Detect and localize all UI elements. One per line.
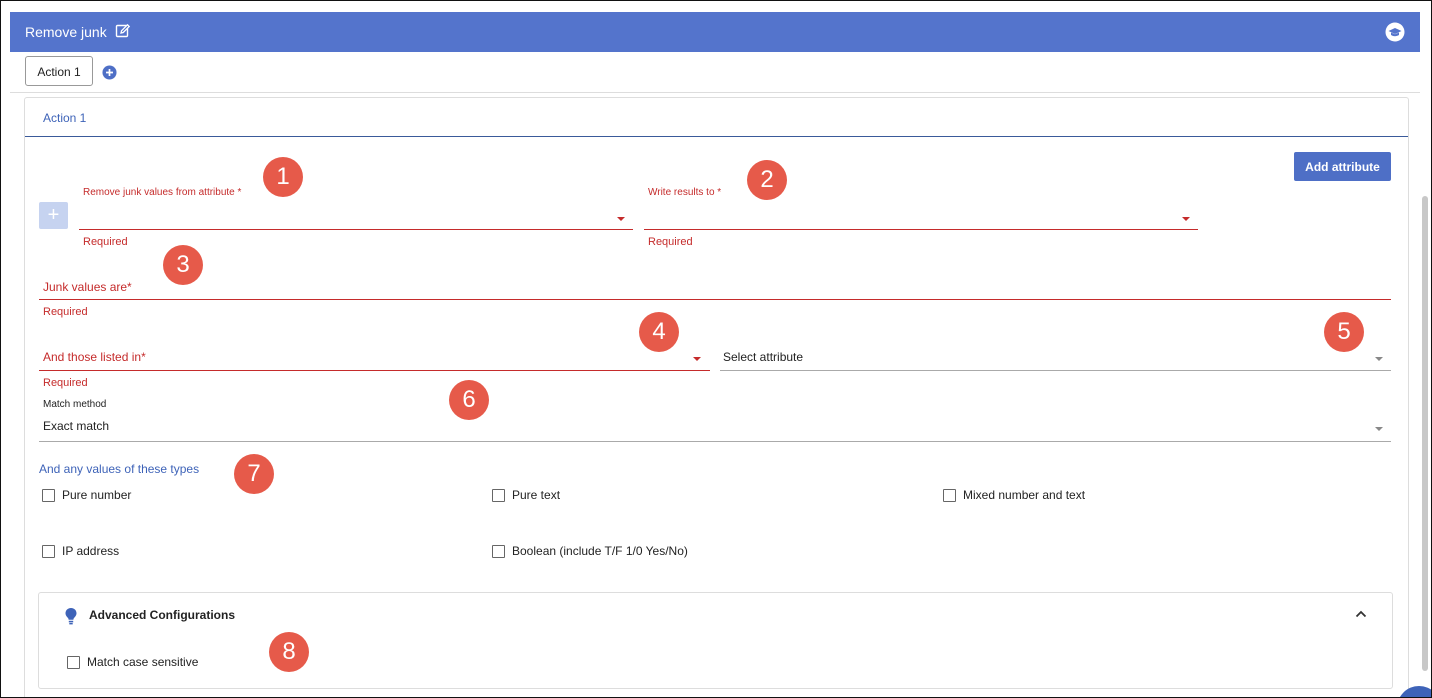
write-results-to-error: Required [648, 236, 693, 248]
dropdown-caret-icon[interactable] [617, 217, 625, 221]
advanced-configurations-title: Advanced Configurations [89, 608, 236, 622]
lightbulb-icon [65, 608, 77, 625]
chevron-up-icon[interactable] [1355, 609, 1367, 619]
tab-action-1[interactable]: Action 1 [25, 56, 93, 86]
checkbox-label: Match case sensitive [87, 655, 199, 669]
match-method-value: Exact match [43, 419, 110, 433]
checkbox-label: Pure text [512, 488, 561, 502]
plus-circle-icon[interactable] [102, 65, 117, 80]
match-method-dropdown[interactable] [39, 441, 1391, 442]
remove-from-attribute-error: Required [83, 236, 128, 248]
match-method-label: Match method [43, 399, 107, 410]
listed-in-dropdown[interactable] [39, 370, 710, 371]
checkbox-label: IP address [62, 544, 120, 558]
checkbox-box[interactable] [67, 655, 80, 669]
annotation-badge-3: 3 [163, 245, 203, 285]
checkbox-label: Mixed number and text [963, 488, 1086, 502]
annotation-badge-6: 6 [449, 380, 489, 420]
app-header: Remove junk [10, 12, 1420, 52]
checkbox-box[interactable] [492, 488, 505, 502]
checkbox-box[interactable] [42, 544, 55, 558]
junk-values-error: Required [43, 306, 88, 318]
remove-from-attribute-label: Remove junk values from attribute * [83, 187, 242, 198]
annotation-badge-1: 1 [263, 157, 303, 197]
checkbox-box[interactable] [42, 488, 55, 502]
write-results-to-label: Write results to * [648, 187, 722, 198]
remove-from-attribute-dropdown[interactable] [79, 229, 633, 230]
checkbox-match-case[interactable]: Match case sensitive [67, 655, 198, 669]
dropdown-caret-icon[interactable] [1182, 217, 1190, 221]
dropdown-caret-icon[interactable] [1375, 357, 1383, 361]
listed-in-label: And those listed in* [43, 350, 146, 364]
plus-icon[interactable]: + [39, 202, 68, 229]
annotation-badge-7: 7 [234, 454, 274, 494]
checkbox-pure-text[interactable]: Pure text [492, 488, 560, 502]
action-panel-title: Action 1 [43, 111, 87, 125]
checkbox-box[interactable] [492, 544, 505, 558]
write-results-to-dropdown[interactable] [644, 229, 1198, 230]
checkbox-label: Pure number [62, 488, 132, 502]
junk-values-label: Junk values are* [43, 280, 132, 294]
checkbox-mixed-number-text[interactable]: Mixed number and text [943, 488, 1085, 502]
graduation-cap-icon[interactable] [1385, 22, 1405, 42]
junk-values-input[interactable] [39, 299, 1391, 300]
page-title: Remove junk [25, 24, 107, 40]
checkbox-box[interactable] [943, 488, 956, 502]
annotation-badge-8: 8 [269, 632, 309, 672]
listed-in-error: Required [43, 377, 88, 389]
annotation-badge-5: 5 [1324, 312, 1364, 352]
edit-icon[interactable] [115, 23, 131, 39]
add-attribute-button[interactable]: Add attribute [1294, 152, 1391, 181]
advanced-configurations-section: Advanced Configurations Match case sensi… [38, 592, 1393, 689]
select-attribute-dropdown[interactable] [720, 370, 1391, 371]
checkbox-boolean[interactable]: Boolean (include T/F 1/0 Yes/No) [492, 544, 688, 558]
checkbox-ip-address[interactable]: IP address [42, 544, 119, 558]
app-frame: Remove junk Action 1 Action 1 Add attrib… [0, 0, 1432, 698]
dropdown-caret-icon[interactable] [1375, 427, 1383, 431]
dropdown-caret-icon[interactable] [693, 357, 701, 361]
action-panel-header: Action 1 [25, 98, 1408, 137]
select-attribute-value: Select attribute [723, 350, 804, 364]
scrollbar[interactable] [1422, 196, 1428, 671]
action-tab-bar: Action 1 [10, 52, 1420, 93]
checkbox-pure-number[interactable]: Pure number [42, 488, 131, 502]
annotation-badge-2: 2 [747, 160, 787, 200]
annotation-badge-4: 4 [639, 312, 679, 352]
value-types-label: And any values of these types [39, 462, 200, 476]
checkbox-label: Boolean (include T/F 1/0 Yes/No) [512, 544, 688, 558]
